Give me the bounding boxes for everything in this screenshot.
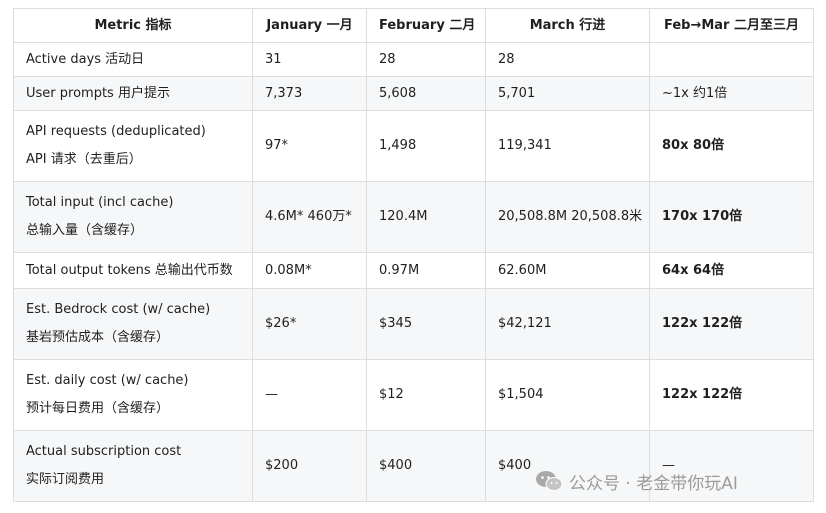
metric-label-zh: 基岩预估成本（含缓存） [26,330,170,345]
january-cell: 97* [252,110,367,182]
wechat-watermark: 公众号 · 老金带你玩AI [535,468,738,494]
change-cell: 170x 170倍 [649,181,814,253]
march-cell: $42,121 [485,288,650,360]
header-february: February 二月 [366,8,486,43]
metric-label-zh: 预计每日费用（含缓存） [26,401,170,416]
change-cell: ~1x 约1倍 [649,76,814,111]
table-header-row: Metric 指标 January 一月 February 二月 March 行… [13,8,814,43]
metric-cell: User prompts 用户提示 [13,76,253,111]
table-row: Est. Bedrock cost (w/ cache) 基岩预估成本（含缓存）… [13,288,814,360]
february-cell: 120.4M [366,181,486,253]
table-row: Total output tokens 总输出代币数 0.08M* 0.97M … [13,252,814,289]
header-feb-mar-change: Feb→Mar 二月至三月 [649,8,814,43]
header-march: March 行进 [485,8,650,43]
metric-label: User prompts 用户提示 [26,85,170,101]
table-row: Total input (incl cache) 总输入量（含缓存） 4.6M*… [13,181,814,253]
february-cell: 5,608 [366,76,486,111]
metric-label-zh: API 请求（去重后） [26,152,142,167]
january-cell: 4.6M* 460万* [252,181,367,253]
metric-cell: Total input (incl cache) 总输入量（含缓存） [13,181,253,253]
table-row: Est. daily cost (w/ cache) 预计每日费用（含缓存） —… [13,359,814,431]
march-cell: 5,701 [485,76,650,111]
january-cell: 0.08M* [252,252,367,289]
header-metric: Metric 指标 [13,8,253,43]
march-cell: 62.60M [485,252,650,289]
metric-cell: Total output tokens 总输出代币数 [13,252,253,289]
metric-label: Active days 活动日 [26,51,145,67]
comparison-table-container: Metric 指标 January 一月 February 二月 March 行… [13,8,814,502]
table-row: User prompts 用户提示 7,373 5,608 5,701 ~1x … [13,76,814,111]
january-cell: 7,373 [252,76,367,111]
february-cell: $400 [366,430,486,502]
metric-label-zh: 总输入量（含缓存） [26,223,144,238]
metric-label: API requests (deduplicated) [26,124,206,139]
january-cell: — [252,359,367,431]
change-cell: 122x 122倍 [649,359,814,431]
january-cell: $26* [252,288,367,360]
february-cell: 0.97M [366,252,486,289]
metric-cell: API requests (deduplicated) API 请求（去重后） [13,110,253,182]
metric-label-zh: 实际订阅费用 [26,472,105,487]
march-cell: $1,504 [485,359,650,431]
metric-cell: Active days 活动日 [13,42,253,77]
metric-cell: Est. Bedrock cost (w/ cache) 基岩预估成本（含缓存） [13,288,253,360]
february-cell: $12 [366,359,486,431]
metric-label: Total input (incl cache) [26,195,174,210]
metric-cell: Actual subscription cost 实际订阅费用 [13,430,253,502]
change-cell: 80x 80倍 [649,110,814,182]
table-row: Active days 活动日 31 28 28 [13,42,814,77]
metric-label: Est. Bedrock cost (w/ cache) [26,302,211,317]
february-cell: 1,498 [366,110,486,182]
watermark-text: 公众号 · 老金带你玩AI [569,473,738,494]
january-cell: $200 [252,430,367,502]
march-cell: 28 [485,42,650,77]
metric-label: Est. daily cost (w/ cache) [26,373,189,388]
change-cell: 122x 122倍 [649,288,814,360]
metric-label: Actual subscription cost [26,444,182,459]
february-cell: 28 [366,42,486,77]
january-cell: 31 [252,42,367,77]
change-cell [649,42,814,77]
change-cell: 64x 64倍 [649,252,814,289]
march-cell: 119,341 [485,110,650,182]
february-cell: $345 [366,288,486,360]
metric-cell: Est. daily cost (w/ cache) 预计每日费用（含缓存） [13,359,253,431]
metric-label: Total output tokens 总输出代币数 [26,262,233,278]
march-cell: 20,508.8M 20,508.8米 [485,181,650,253]
table-row: API requests (deduplicated) API 请求（去重后） … [13,110,814,182]
wechat-icon [536,471,563,491]
usage-comparison-table: Metric 指标 January 一月 February 二月 March 行… [13,8,814,502]
header-january: January 一月 [252,8,367,43]
